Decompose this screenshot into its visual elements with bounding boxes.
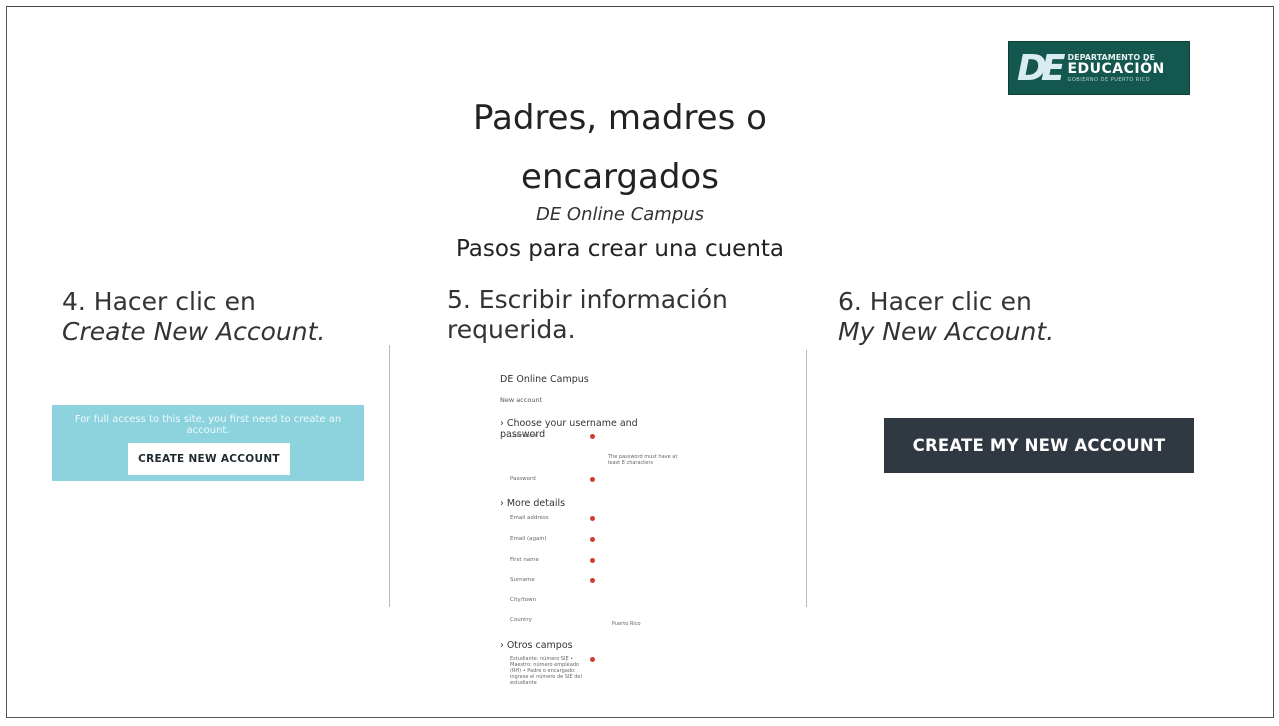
title-line2: encargados <box>521 157 719 197</box>
step-5-line1: 5. Escribir información <box>447 285 728 314</box>
city-label: City/town <box>510 597 537 603</box>
step-4: 4. Hacer clic en Create New Account. <box>62 287 325 347</box>
password-note: The password must have at least 8 charac… <box>608 454 678 466</box>
form-page-label: New account <box>500 396 543 404</box>
country-value[interactable]: Puerto Rico <box>612 621 641 627</box>
title-line1: Padres, madres o <box>473 98 767 138</box>
step-6: 6. Hacer clic en My New Account. <box>838 287 1054 347</box>
other-field-label: Estudiante: número SIE • Maestro: número… <box>510 656 582 686</box>
password-label: Password <box>510 476 536 482</box>
logo-initials: DE <box>1017 47 1066 89</box>
required-icon <box>590 657 595 662</box>
create-account-panel: For full access to this site, you first … <box>52 405 364 481</box>
subtitle2: Pasos para crear una cuenta <box>455 236 785 262</box>
required-icon <box>590 558 595 563</box>
logo-line3: GOBIERNO DE PUERTO RICO <box>1067 76 1151 83</box>
email-again-label: Email (again) <box>510 536 547 542</box>
form-site-name: DE Online Campus <box>500 374 589 385</box>
logo-line2: EDUCACIÓN <box>1067 60 1165 77</box>
logo-text: DEPARTAMENTO DE EDUCACIÓN GOBIERNO DE PU… <box>1067 53 1165 83</box>
step-5: 5. Escribir información requerida. <box>447 285 728 345</box>
section-more-details-label: More details <box>506 498 566 509</box>
required-icon <box>590 537 595 542</box>
required-icon <box>590 434 595 439</box>
step-4-line1: 4. Hacer clic en <box>62 287 256 316</box>
first-name-label: First name <box>510 557 539 563</box>
de-logo: DE DEPARTAMENTO DE EDUCACIÓN GOBIERNO DE… <box>1008 41 1190 95</box>
section-otros-campos-label: Otros campos <box>506 640 573 651</box>
required-icon <box>590 516 595 521</box>
step-6-line1: 6. Hacer clic en <box>838 287 1032 316</box>
section-more-details[interactable]: › More details <box>500 498 565 509</box>
divider-right <box>806 350 807 607</box>
email-label: Email address <box>510 515 549 521</box>
step-4-line2: Create New Account. <box>62 317 326 346</box>
step-5-line2: requerida. <box>447 315 576 344</box>
subtitle: DE Online Campus <box>535 204 705 225</box>
create-account-prompt: For full access to this site, you first … <box>74 414 342 436</box>
step-6-line2: My New Account. <box>838 317 1055 346</box>
section-otros-campos[interactable]: › Otros campos <box>500 640 573 651</box>
required-icon <box>590 477 595 482</box>
divider-left <box>389 345 390 607</box>
username-label: Username <box>510 433 539 439</box>
surname-label: Surname <box>510 577 535 583</box>
create-my-new-account-button[interactable]: CREATE MY NEW ACCOUNT <box>884 418 1194 473</box>
create-new-account-button[interactable]: CREATE NEW ACCOUNT <box>128 443 290 475</box>
required-icon <box>590 578 595 583</box>
country-label: Country <box>510 617 532 623</box>
